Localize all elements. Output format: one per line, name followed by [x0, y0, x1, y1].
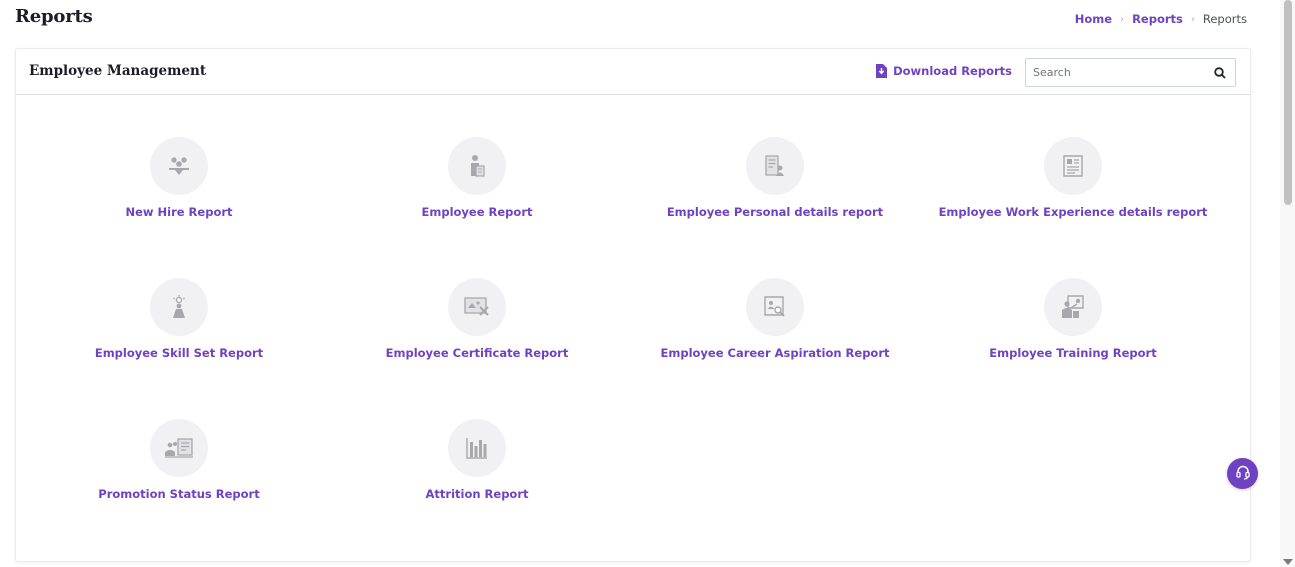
download-file-icon [875, 64, 888, 78]
personal-details-icon [746, 137, 804, 195]
breadcrumb-reports-link[interactable]: Reports [1132, 12, 1183, 26]
report-tile-employee[interactable]: Employee Report [328, 137, 626, 237]
breadcrumb-chevron-icon: › [1190, 13, 1195, 25]
search-input[interactable] [1026, 59, 1205, 86]
breadcrumb-current: Reports [1202, 12, 1247, 26]
download-reports-button[interactable]: Download Reports [875, 64, 1012, 78]
headset-icon [1235, 464, 1251, 484]
breadcrumb-chevron-icon: › [1120, 13, 1125, 25]
attrition-icon [448, 419, 506, 477]
support-headset-button[interactable] [1227, 458, 1258, 489]
scrollbar-thumb[interactable] [1284, 0, 1292, 205]
skill-set-icon [150, 278, 208, 336]
card-header: Employee Management Download Reports [16, 49, 1250, 95]
search-box [1025, 58, 1236, 87]
report-tile-skill-set[interactable]: Employee Skill Set Report [30, 278, 328, 378]
report-label: Promotion Status Report [98, 487, 260, 501]
report-tile-promotion-status[interactable]: Promotion Status Report [30, 419, 328, 519]
certificate-icon [448, 278, 506, 336]
report-label: Employee Work Experience details report [938, 205, 1208, 219]
report-label: Employee Training Report [989, 346, 1157, 360]
reports-card: Employee Management Download Reports Sea… [15, 48, 1251, 562]
report-tile-work-experience[interactable]: Employee Work Experience details report [924, 137, 1222, 237]
report-label: Employee Certificate Report [385, 346, 569, 360]
search-icon[interactable] [1205, 66, 1235, 79]
report-label: Attrition Report [425, 487, 529, 501]
promotion-icon [150, 419, 208, 477]
report-tile-training[interactable]: Employee Training Report [924, 278, 1222, 378]
page-title: Reports [15, 6, 93, 27]
report-label: New Hire Report [125, 205, 233, 219]
report-tile-certificate[interactable]: Employee Certificate Report [328, 278, 626, 378]
report-label: Employee Career Aspiration Report [660, 346, 890, 360]
download-reports-label: Download Reports [893, 64, 1012, 78]
scroll-down-arrow-icon[interactable] [1283, 559, 1293, 565]
report-label: Employee Skill Set Report [94, 346, 264, 360]
card-title: Employee Management [29, 63, 207, 79]
breadcrumb-home-link[interactable]: Home [1075, 12, 1112, 26]
breadcrumb: Home › Reports › Reports [1075, 12, 1247, 26]
report-label: Employee Report [421, 205, 533, 219]
career-aspiration-icon [746, 278, 804, 336]
report-label: Employee Personal details report [666, 205, 884, 219]
new-hire-icon [150, 137, 208, 195]
report-tile-career-aspiration[interactable]: Employee Career Aspiration Report [626, 278, 924, 378]
page-scrollbar[interactable] [1280, 0, 1295, 567]
report-tile-attrition[interactable]: Attrition Report [328, 419, 626, 519]
report-tile-new-hire[interactable]: New Hire Report [30, 137, 328, 237]
work-experience-icon [1044, 137, 1102, 195]
employee-icon [448, 137, 506, 195]
training-icon [1044, 278, 1102, 336]
report-tile-personal-details[interactable]: Employee Personal details report [626, 137, 924, 237]
